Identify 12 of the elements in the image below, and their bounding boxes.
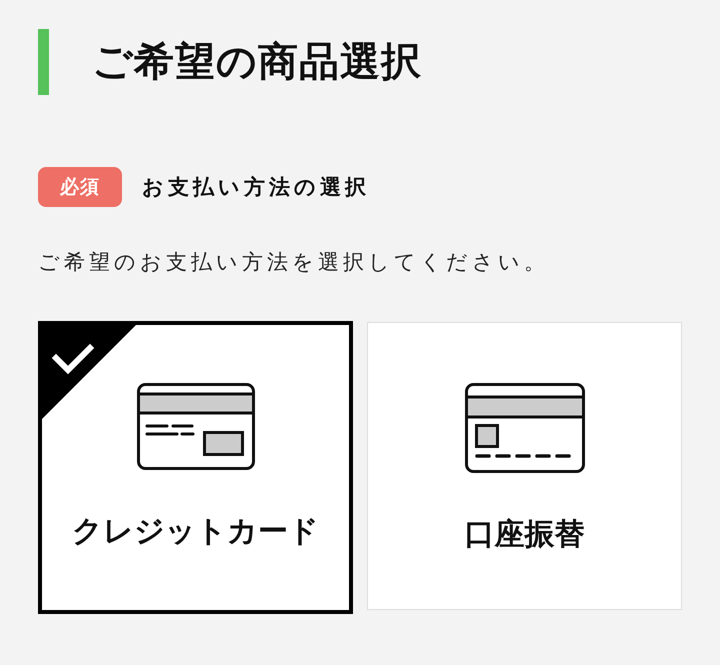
accent-bar <box>38 29 49 95</box>
field-label: お支払い方法の選択 <box>142 174 370 201</box>
payment-option-card[interactable]: クレジットカード <box>38 321 353 614</box>
field-description: ご希望のお支払い方法を選択してください。 <box>38 249 550 276</box>
section-title: ご希望の商品選択 <box>92 38 422 87</box>
required-badge: 必須 <box>38 167 122 207</box>
option-label: クレジットカード <box>72 513 319 551</box>
option-label: 口座振替 <box>464 516 584 554</box>
bank-card-icon <box>464 383 584 473</box>
check-corner-icon <box>42 325 136 419</box>
payment-option-card[interactable]: 口座振替 <box>367 322 682 610</box>
credit-card-icon <box>136 383 254 470</box>
